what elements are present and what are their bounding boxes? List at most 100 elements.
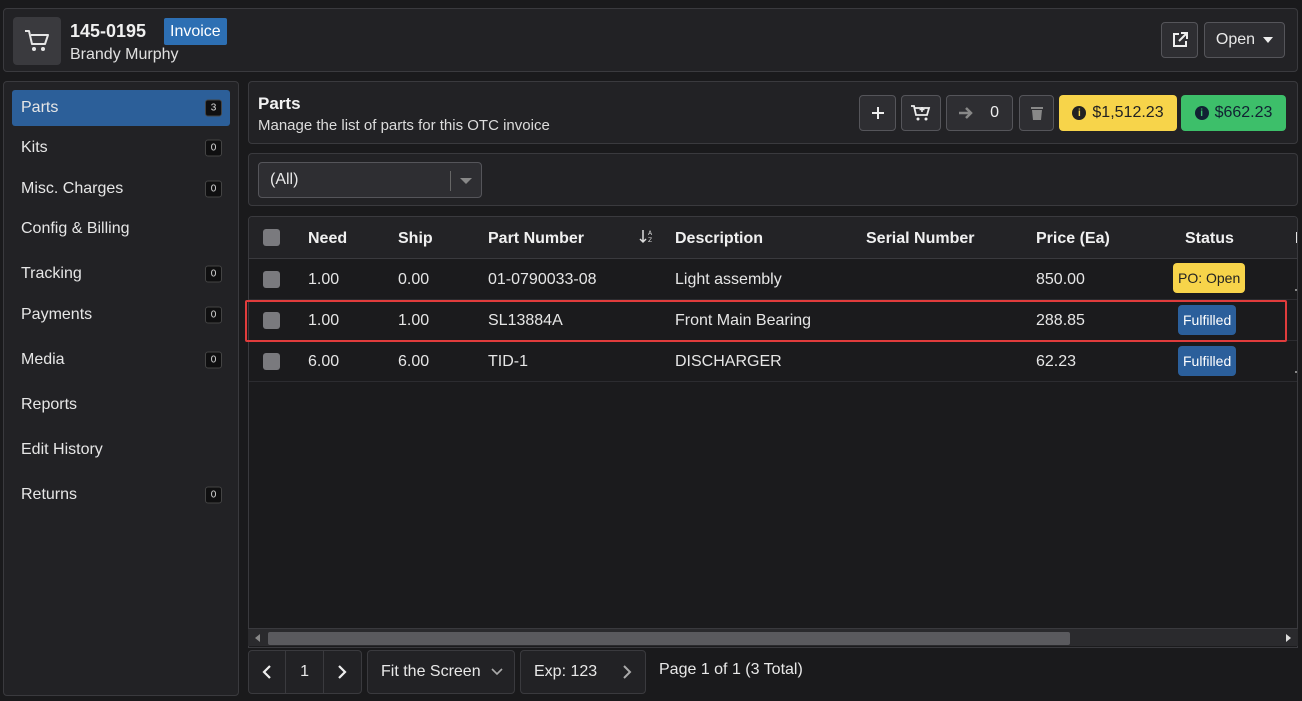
status-dropdown[interactable]: Open xyxy=(1204,22,1285,58)
info-icon: i xyxy=(1072,106,1087,120)
cell-ship: 6.00 xyxy=(398,353,430,370)
delete-button[interactable] xyxy=(1019,95,1054,131)
sidebar-item-label: Edit History xyxy=(21,441,103,458)
sidebar-item-label: Tracking xyxy=(21,265,82,282)
truncated-cell xyxy=(1295,289,1297,291)
scrollbar-thumb[interactable] xyxy=(268,632,1070,645)
sidebar: Parts 3 Kits 0 Misc. Charges 0 Config & … xyxy=(3,81,239,696)
table-row[interactable]: 1.00 0.00 01-0790033-08 Light assembly 8… xyxy=(249,259,1297,300)
page-number[interactable]: 1 xyxy=(286,651,324,693)
open-external-button[interactable] xyxy=(1161,22,1198,58)
next-page-button[interactable] xyxy=(324,651,361,693)
invoice-type-badge: Invoice xyxy=(164,18,227,45)
cart-icon xyxy=(13,17,61,65)
col-ship[interactable]: Ship xyxy=(398,230,433,248)
count-badge: 0 xyxy=(205,139,222,157)
pagination: 1 xyxy=(248,650,362,694)
total-yellow-value: $1,512.23 xyxy=(1092,104,1164,121)
total-yellow-badge[interactable]: i $1,512.23 xyxy=(1059,95,1177,131)
chevron-right-icon xyxy=(338,665,347,679)
cell-ship: 0.00 xyxy=(398,271,430,288)
svg-text:Z: Z xyxy=(648,237,652,244)
sidebar-item-payments[interactable]: Payments 0 xyxy=(12,297,230,333)
cart-plus-icon xyxy=(911,105,931,121)
sidebar-item-label: Kits xyxy=(21,139,48,156)
prev-page-button[interactable] xyxy=(249,651,287,693)
caret-down-icon xyxy=(1263,37,1274,43)
sidebar-item-media[interactable]: Media 0 xyxy=(12,342,230,378)
sidebar-item-label: Misc. Charges xyxy=(21,180,124,197)
sort-icon[interactable]: AZ xyxy=(639,228,655,249)
invoice-number: 145-0195 xyxy=(70,21,147,41)
sidebar-item-label: Payments xyxy=(21,306,93,323)
row-checkbox[interactable] xyxy=(263,271,280,288)
cell-description: Light assembly xyxy=(675,271,782,288)
sidebar-item-edit-history[interactable]: Edit History xyxy=(12,432,230,468)
sidebar-item-kits[interactable]: Kits 0 xyxy=(12,130,230,166)
export-button[interactable]: Exp: 123 xyxy=(520,650,646,694)
chevron-down-icon xyxy=(460,178,472,184)
status-badge: PO: Open xyxy=(1173,263,1246,293)
col-description[interactable]: Description xyxy=(675,230,763,248)
sidebar-item-label: Returns xyxy=(21,486,78,503)
info-icon: i xyxy=(1194,106,1209,120)
cell-price: 850.00 xyxy=(1036,271,1085,288)
scroll-left-icon[interactable] xyxy=(255,634,260,642)
table-row[interactable]: 6.00 6.00 TID-1 DISCHARGER 62.23 Fulfill… xyxy=(249,341,1297,382)
sidebar-item-label: Parts xyxy=(21,99,59,116)
sidebar-item-reports[interactable]: Reports xyxy=(12,387,230,423)
fit-screen-dropdown[interactable]: Fit the Screen xyxy=(367,650,515,694)
chevron-right-icon xyxy=(623,665,632,679)
select-all-checkbox[interactable] xyxy=(263,229,280,246)
scroll-right-icon[interactable] xyxy=(1286,634,1291,642)
sidebar-item-parts[interactable]: Parts 3 xyxy=(12,90,230,126)
export-label: Exp: 123 xyxy=(534,663,598,680)
chevron-left-icon xyxy=(262,665,271,679)
status-dropdown-label: Open xyxy=(1215,31,1256,48)
row-highlight-frame xyxy=(245,300,1287,342)
cell-part-number: TID-1 xyxy=(488,353,528,370)
row-checkbox[interactable] xyxy=(263,353,280,370)
count-badge: 0 xyxy=(205,351,222,369)
filter-select[interactable]: (All) xyxy=(258,162,482,198)
sidebar-item-label: Reports xyxy=(21,396,78,413)
sidebar-item-config-billing[interactable]: Config & Billing xyxy=(12,211,230,247)
add-part-button[interactable] xyxy=(859,95,896,131)
plus-icon xyxy=(871,107,884,119)
arrow-right-icon xyxy=(959,107,973,119)
col-part-number[interactable]: Part Number xyxy=(488,230,584,248)
count-badge: 0 xyxy=(205,306,222,324)
fit-screen-label: Fit the Screen xyxy=(381,663,481,680)
parts-header: Parts Manage the list of parts for this … xyxy=(248,81,1298,144)
sidebar-item-label: Config & Billing xyxy=(21,220,130,237)
parts-grid: Need Ship Part Number AZ Description Ser… xyxy=(248,216,1298,648)
sidebar-item-returns[interactable]: Returns 0 xyxy=(12,477,230,513)
cell-need: 6.00 xyxy=(308,353,340,370)
cell-need: 1.00 xyxy=(308,271,340,288)
col-price[interactable]: Price (Ea) xyxy=(1036,230,1110,248)
customer-name: Brandy Murphy xyxy=(70,46,179,63)
sidebar-item-tracking[interactable]: Tracking 0 xyxy=(12,256,230,292)
col-need[interactable]: Need xyxy=(308,230,347,248)
select-separator xyxy=(450,171,451,191)
grid-header-row: Need Ship Part Number AZ Description Ser… xyxy=(249,217,1297,259)
filter-bar: (All) xyxy=(248,153,1298,206)
col-truncated: I xyxy=(1295,230,1297,248)
cell-part-number: 01-0790033-08 xyxy=(488,271,597,288)
count-badge: 3 xyxy=(205,99,222,117)
col-status[interactable]: Status xyxy=(1185,230,1234,248)
count-badge: 0 xyxy=(205,265,222,283)
page-summary: Page 1 of 1 (3 Total) xyxy=(659,661,803,678)
sidebar-item-misc-charges[interactable]: Misc. Charges 0 xyxy=(12,171,230,207)
sidebar-item-label: Media xyxy=(21,351,65,368)
transfer-button[interactable]: 0 xyxy=(946,95,1013,131)
add-to-cart-button[interactable] xyxy=(901,95,941,131)
total-green-badge[interactable]: i $662.23 xyxy=(1181,95,1286,131)
section-subtitle: Manage the list of parts for this OTC in… xyxy=(258,117,550,134)
count-badge: 0 xyxy=(205,486,222,504)
truncated-cell xyxy=(1295,371,1297,373)
horizontal-scrollbar[interactable] xyxy=(248,628,1298,646)
cell-price: 62.23 xyxy=(1036,353,1077,370)
count-badge: 0 xyxy=(205,180,222,198)
col-serial-number[interactable]: Serial Number xyxy=(866,230,974,248)
